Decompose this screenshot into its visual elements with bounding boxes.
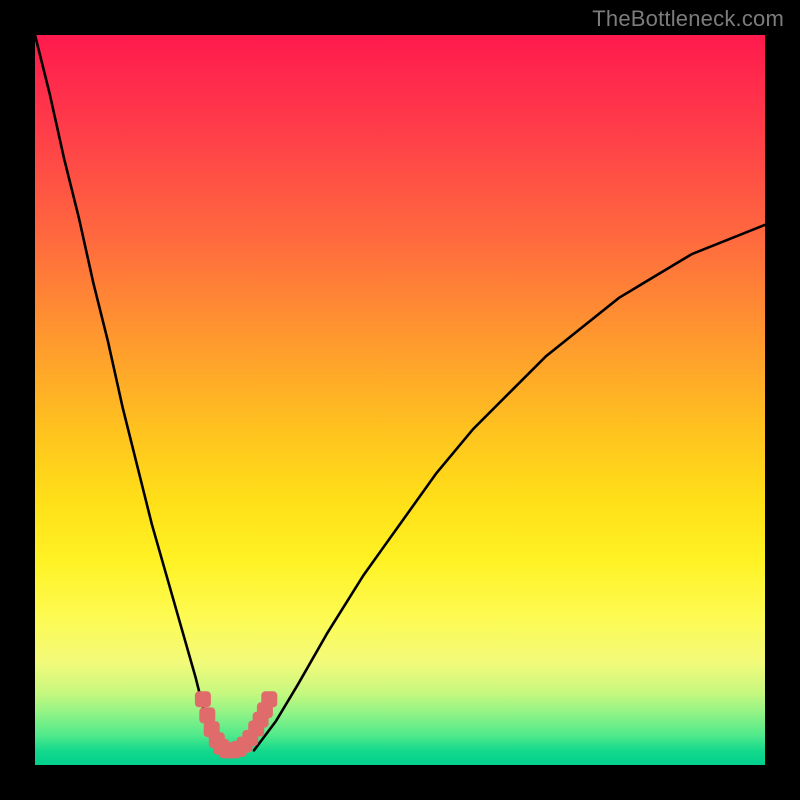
- left-branch-path: [35, 35, 218, 750]
- minimum-marker-point: [199, 707, 215, 723]
- watermark-text: TheBottleneck.com: [592, 6, 784, 32]
- right-branch-path: [254, 225, 765, 751]
- plot-area: [35, 35, 765, 765]
- chart-frame: TheBottleneck.com: [0, 0, 800, 800]
- minimum-marker-point: [195, 691, 211, 707]
- curve-group: [35, 35, 765, 758]
- minimum-marker-point: [261, 691, 277, 707]
- minimum-marker-group: [195, 691, 277, 758]
- chart-svg: [35, 35, 765, 765]
